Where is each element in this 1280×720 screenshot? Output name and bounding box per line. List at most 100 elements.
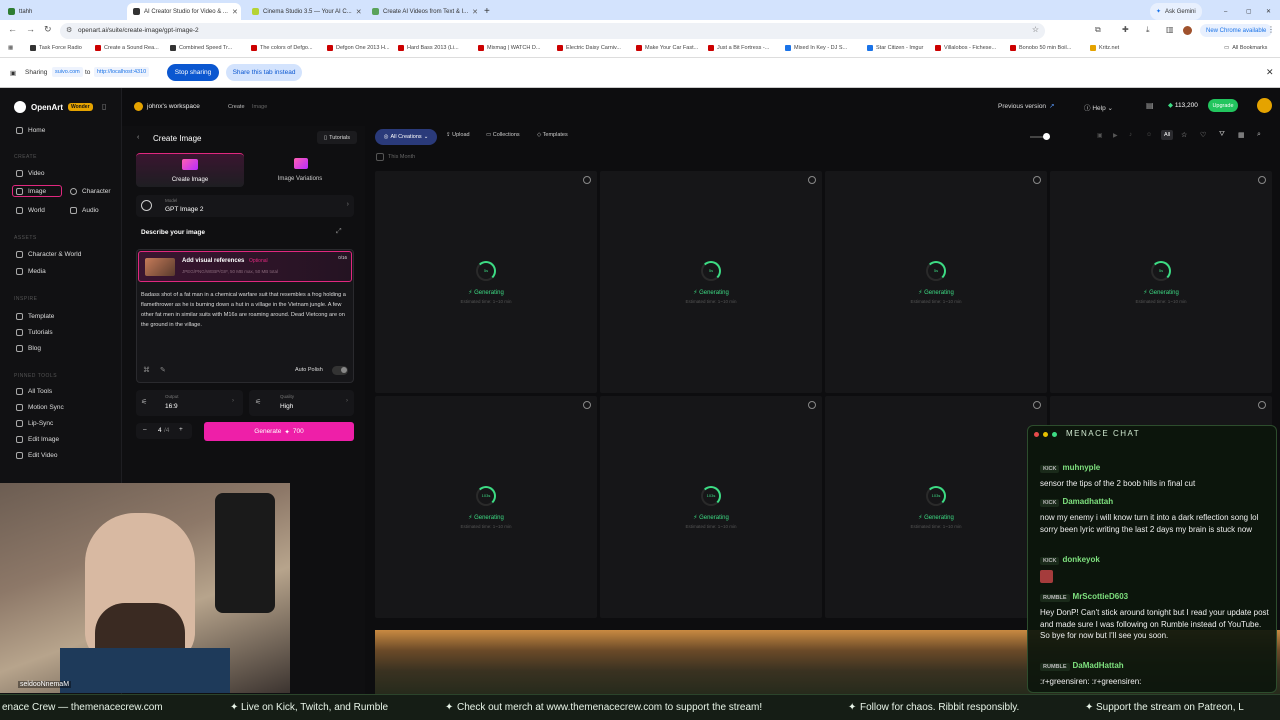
bookmark-item[interactable]: Just a Bit Fortress -... <box>708 45 769 51</box>
bookmark-item[interactable]: Defgon One 2013 H... <box>327 45 390 51</box>
close-icon[interactable]: ✕ <box>472 8 478 16</box>
browser-tab-active[interactable]: AI Creator Studio for Video & ... ✕ <box>127 3 241 20</box>
info-icon[interactable] <box>583 401 591 409</box>
sidebar-icon[interactable]: ▥ <box>1166 25 1174 34</box>
nav-edit-image[interactable]: Edit Image <box>16 436 59 443</box>
audio-type-icon[interactable]: ♪ <box>1129 132 1132 138</box>
site-info-icon[interactable]: ⚙ <box>66 26 72 34</box>
info-icon[interactable] <box>1033 176 1041 184</box>
nav-tutorials[interactable]: Tutorials <box>16 329 53 336</box>
filter-all-creations[interactable]: ◎ All Creations ⌄ <box>375 129 437 145</box>
nav-all-tools[interactable]: All Tools <box>16 388 52 395</box>
apps-icon[interactable]: ▦ <box>8 45 13 51</box>
tutorials-button[interactable]: ▯ Tutorials <box>317 131 357 144</box>
magic-wand-icon[interactable]: ✎ <box>160 366 166 374</box>
bookmark-item[interactable]: The colors of Defgo... <box>251 45 313 51</box>
forward-icon[interactable]: → <box>26 24 35 34</box>
openart-logo[interactable]: OpenArt Wonder <box>14 101 93 113</box>
select-month-checkbox[interactable] <box>376 153 384 161</box>
nav-character[interactable]: Character <box>70 188 111 195</box>
reload-icon[interactable]: ↻ <box>44 24 52 35</box>
credits-balance[interactable]: ◆ 113,200 <box>1168 101 1198 109</box>
stop-sharing-button[interactable]: Stop sharing <box>167 64 219 81</box>
bookmark-item[interactable]: Star Citizen - Imgur <box>867 45 923 51</box>
prompt-input[interactable]: Badass shot of a fat man in a chemical w… <box>141 290 349 330</box>
bookmark-item[interactable]: Combined Speed Tr... <box>170 45 232 51</box>
profile-avatar[interactable] <box>1183 26 1192 35</box>
bookmark-item[interactable]: Hard Bass 2013 (Li... <box>398 45 459 51</box>
info-icon[interactable] <box>1258 176 1266 184</box>
output-ratio-select[interactable]: ⚟ Output 16:9 › <box>136 390 243 416</box>
puzzle-icon[interactable]: ✚ <box>1122 25 1129 34</box>
nav-audio[interactable]: Audio <box>70 207 99 214</box>
bookmark-item[interactable]: Mixmag | WATCH D... <box>478 45 540 51</box>
all-bookmarks-button[interactable]: ▭ All Bookmarks <box>1224 45 1267 51</box>
help-menu[interactable]: ⓘ Help ⌄ <box>1084 102 1113 112</box>
character-type-icon[interactable]: ☺ <box>1146 132 1152 138</box>
model-selector[interactable]: Model GPT Image 2 › <box>136 195 354 217</box>
image-type-icon[interactable]: ▣ <box>1097 132 1103 139</box>
info-icon[interactable] <box>808 401 816 409</box>
close-icon[interactable]: ✕ <box>356 8 362 16</box>
mode-create-image[interactable]: Create Image <box>136 153 244 187</box>
workspace-switcher[interactable]: johnx's workspace <box>134 102 200 111</box>
nav-image[interactable]: Image <box>16 188 46 195</box>
bookmark-item[interactable]: Villalobos - Fichese... <box>935 45 996 51</box>
bookmark-item[interactable]: Electric Daisy Carniv... <box>557 45 621 51</box>
url-field[interactable]: ⚙ openart.ai/suite/create-image/gpt-imag… <box>60 23 1045 39</box>
bookmark-item[interactable]: Create a Sound Rea... <box>95 45 159 51</box>
extensions-icon[interactable]: ⧉ <box>1095 25 1101 35</box>
plus-icon[interactable]: + <box>179 426 183 433</box>
nav-video[interactable]: Video <box>16 170 45 177</box>
browser-tab[interactable]: Cinema Studio 3.5 — Your AI C... ✕ <box>246 3 362 20</box>
size-slider[interactable] <box>1030 133 1050 140</box>
enhance-icon[interactable]: ⌘ <box>143 366 150 374</box>
info-icon[interactable] <box>808 176 816 184</box>
breadcrumb-create[interactable]: Create <box>228 104 245 110</box>
nav-template[interactable]: Template <box>16 313 54 320</box>
video-type-icon[interactable]: ▶ <box>1113 132 1118 139</box>
generate-button[interactable]: Generate ✦ 700 <box>204 422 354 441</box>
browser-tab[interactable]: Create AI Videos from Text & I... ✕ <box>366 3 484 20</box>
generation-card[interactable]: 103s ⚡ Generating Estimated time: 1~10 min <box>600 396 822 618</box>
new-tab-icon[interactable]: + <box>484 3 496 20</box>
collapse-sidebar-icon[interactable]: ▯ <box>102 102 106 111</box>
star-icon[interactable]: ☆ <box>1181 131 1187 139</box>
minimize-icon[interactable]: – <box>1218 3 1230 20</box>
nav-world[interactable]: World <box>16 207 45 214</box>
visual-references-area[interactable]: Add visual references Optional 0/16 JPEG… <box>138 251 352 282</box>
nav-home[interactable]: Home <box>16 127 45 134</box>
nav-motion-sync[interactable]: Motion Sync <box>16 404 64 411</box>
mode-image-variations[interactable]: Image Variations <box>246 153 354 187</box>
browser-tab[interactable]: ttahh <box>2 3 122 20</box>
heart-icon[interactable]: ♡ <box>1200 131 1206 139</box>
generation-card[interactable]: 5s ⚡ Generating Estimated time: 1~10 min <box>375 171 597 393</box>
info-icon[interactable] <box>1033 401 1041 409</box>
generation-card[interactable]: 103s ⚡ Generating Estimated time: 1~10 min <box>825 396 1047 618</box>
generation-card[interactable]: 5s ⚡ Generating Estimated time: 1~10 min <box>825 171 1047 393</box>
nav-edit-video[interactable]: Edit Video <box>16 452 58 459</box>
quality-select[interactable]: ⚟ Quality High › <box>249 390 354 416</box>
nav-character-world[interactable]: Character & World <box>16 251 81 258</box>
info-icon[interactable] <box>583 176 591 184</box>
bookmark-item[interactable]: Make Your Car Fast... <box>636 45 698 51</box>
share-this-tab-button[interactable]: Share this tab instead <box>226 64 302 81</box>
window-close-icon[interactable]: ✕ <box>1260 3 1272 20</box>
size-slider-knob[interactable] <box>1043 133 1050 140</box>
back-arrow-icon[interactable]: ‹ <box>137 134 139 141</box>
bookmark-item[interactable]: Task Force Radio <box>30 45 82 51</box>
nav-lip-sync[interactable]: Lip-Sync <box>16 420 53 427</box>
bookmark-item[interactable]: Bonobo 50 min Boil... <box>1010 45 1071 51</box>
nav-media[interactable]: Media <box>16 268 46 275</box>
ask-gemini-button[interactable]: ✦ Ask Gemini <box>1150 3 1202 20</box>
count-stepper[interactable]: – 4 /4 + <box>136 423 192 439</box>
maximize-icon[interactable]: ▢ <box>1240 3 1252 20</box>
back-icon[interactable]: ← <box>8 24 17 34</box>
bookmark-star-icon[interactable]: ☆ <box>1032 25 1039 34</box>
new-chrome-available-button[interactable]: New Chrome available <box>1200 24 1273 37</box>
generation-card[interactable]: 5s ⚡ Generating Estimated time: 1~10 min <box>600 171 822 393</box>
close-share-bar-icon[interactable]: ✕ <box>1266 67 1274 78</box>
upgrade-button[interactable]: Upgrade <box>1208 99 1238 112</box>
bookmark-item[interactable]: Kritz.net <box>1090 45 1119 51</box>
download-icon[interactable]: ⤓ <box>1146 25 1150 35</box>
